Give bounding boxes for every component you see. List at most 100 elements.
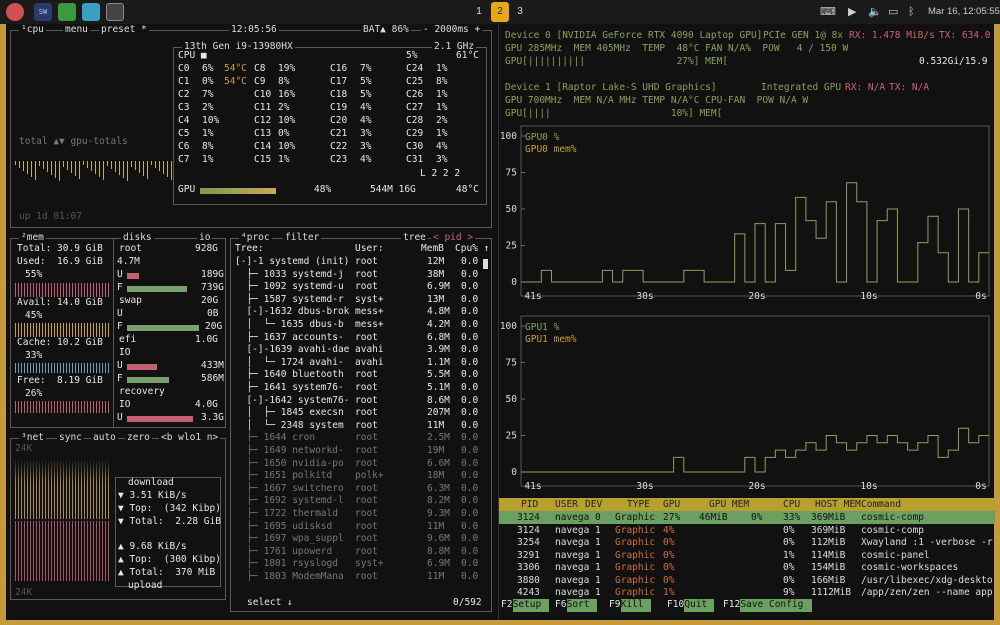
- bluetooth-icon[interactable]: ᛒ: [908, 5, 915, 18]
- proc-header-tree[interactable]: Tree:: [235, 243, 264, 256]
- gpu-proc-cell[interactable]: 166MiB: [811, 575, 845, 588]
- gpu-proc-cell[interactable]: 3124: [517, 525, 540, 538]
- gpu-proc-col-header[interactable]: USER: [555, 499, 578, 512]
- gpu-proc-col-header[interactable]: PID: [521, 499, 538, 512]
- gpu-proc-col-header[interactable]: GPU: [663, 499, 680, 512]
- play-icon[interactable]: ▶: [848, 5, 856, 18]
- gpu-proc-cell[interactable]: 1: [595, 575, 601, 588]
- gpu-proc-cell[interactable]: 1%: [783, 550, 794, 563]
- proc-name[interactable]: ├─ 1722 thermald: [235, 508, 338, 521]
- fkey-action[interactable]: Save Config: [740, 599, 813, 612]
- gpu-proc-cell[interactable]: 0%: [663, 562, 674, 575]
- gpu-proc-cell[interactable]: 1: [595, 537, 601, 550]
- cpu-menu-button[interactable]: menu: [63, 24, 90, 35]
- gpu-proc-cell[interactable]: 0%: [783, 562, 794, 575]
- gpu-proc-cell[interactable]: 112MiB: [811, 537, 845, 550]
- mem-title[interactable]: ²mem: [19, 232, 46, 243]
- gpu-proc-cell[interactable]: navega: [555, 512, 589, 525]
- proc-sort-selector[interactable]: < pid >: [431, 232, 476, 243]
- workspace-3[interactable]: 3: [511, 2, 529, 22]
- update-interval[interactable]: - 2000ms +: [421, 24, 483, 35]
- gpu-proc-cell[interactable]: 114MiB: [811, 550, 845, 563]
- io-toggle[interactable]: io: [197, 232, 213, 243]
- proc-name[interactable]: ├─ 1695 udisksd: [235, 521, 332, 534]
- proc-name[interactable]: ├─ 1092 systemd-u: [235, 281, 343, 294]
- workspace-2[interactable]: 2: [491, 2, 509, 22]
- gpu-proc-cell[interactable]: 369MiB: [811, 512, 845, 525]
- gpu-proc-cell[interactable]: navega: [555, 525, 589, 538]
- gpu-proc-cell[interactable]: 0%: [663, 550, 674, 563]
- fkey-f2[interactable]: F2: [501, 599, 512, 612]
- proc-name[interactable]: ├─ 1697 wpa_suppl: [235, 533, 343, 546]
- gpu-proc-cell[interactable]: 27%: [663, 512, 680, 525]
- proc-name[interactable]: [-]-1632 dbus-brok: [235, 306, 349, 319]
- app-icon-green[interactable]: [58, 3, 76, 21]
- proc-name[interactable]: ├─ 1649 networkd-: [235, 445, 343, 458]
- proc-header-cpu[interactable]: Cpu% ↑: [455, 243, 489, 256]
- gpu-proc-cell[interactable]: cosmic-comp: [861, 512, 924, 525]
- app-icon-sw[interactable]: SW: [34, 3, 52, 21]
- gpu-proc-cell[interactable]: Graphic: [615, 562, 655, 575]
- gpu-proc-col-header[interactable]: GPU MEM: [709, 499, 749, 512]
- proc-name[interactable]: │ └─ 1635 dbus-b: [235, 319, 343, 332]
- proc-name[interactable]: ├─ 1640 bluetooth: [235, 369, 343, 382]
- gpu-proc-cell[interactable]: 3254: [517, 537, 540, 550]
- gpu-proc-cell[interactable]: 3880: [517, 575, 540, 588]
- gpu-proc-cell[interactable]: 369MiB: [811, 525, 845, 538]
- proc-name[interactable]: ├─ 1637 accounts-: [235, 332, 343, 345]
- net-sync-toggle[interactable]: sync: [57, 432, 84, 443]
- gpu-proc-cell[interactable]: 1: [595, 550, 601, 563]
- proc-name[interactable]: │ ├─ 1845 execsn: [235, 407, 343, 420]
- gpu-proc-col-header[interactable]: HOST MEM: [815, 499, 861, 512]
- proc-header-mem[interactable]: MemB: [421, 243, 444, 256]
- fkey-action[interactable]: Quit: [684, 599, 715, 612]
- gpu-proc-cell[interactable]: 1: [595, 525, 601, 538]
- app-icon-terminal[interactable]: [106, 3, 124, 21]
- gpu-proc-cell[interactable]: 0%: [663, 575, 674, 588]
- gpu-proc-cell[interactable]: 154MiB: [811, 562, 845, 575]
- gpu-proc-cell[interactable]: 0%: [751, 512, 762, 525]
- cpu-graph-label[interactable]: total ▲▼ gpu-totals: [19, 136, 128, 149]
- proc-name[interactable]: ├─ 1803 ModemMana: [235, 571, 343, 584]
- proc-name[interactable]: ├─ 1692 systemd-l: [235, 495, 343, 508]
- gpu-proc-cell[interactable]: 4%: [663, 525, 674, 538]
- gpu-proc-cell[interactable]: 9%: [783, 587, 794, 600]
- fkey-action[interactable]: Setup: [512, 599, 549, 612]
- net-auto-toggle[interactable]: auto: [91, 432, 118, 443]
- fkey-f9[interactable]: F9: [609, 599, 620, 612]
- gpu-proc-cell[interactable]: /usr/libexec/xdg-deskto: [861, 575, 993, 588]
- gpu-proc-cell[interactable]: 1: [595, 587, 601, 600]
- gpu-proc-cell[interactable]: Xwayland :1 -verbose -r: [861, 537, 993, 550]
- proc-name[interactable]: ├─ 1801 rsyslogd: [235, 558, 338, 571]
- disks-title[interactable]: disks: [121, 232, 154, 243]
- gpu-proc-cell[interactable]: cosmic-comp: [861, 525, 924, 538]
- gpu-proc-cell[interactable]: 1%: [663, 587, 674, 600]
- gpu-proc-col-header[interactable]: CPU: [783, 499, 800, 512]
- proc-name[interactable]: ├─ 1650 nvidia-po: [235, 458, 343, 471]
- fkey-f6[interactable]: F6: [555, 599, 566, 612]
- gpu-proc-cell[interactable]: 0: [595, 512, 601, 525]
- launcher-icon[interactable]: [6, 3, 24, 21]
- gpu-proc-cell[interactable]: 0%: [783, 537, 794, 550]
- gpu-proc-cell[interactable]: 0%: [783, 575, 794, 588]
- app-icon-browser[interactable]: [82, 3, 100, 21]
- proc-name[interactable]: ├─ 1587 systemd-r: [235, 294, 343, 307]
- gpu-proc-cell[interactable]: 4243: [517, 587, 540, 600]
- proc-name[interactable]: ├─ 1651 polkitd: [235, 470, 332, 483]
- gpu-proc-cell[interactable]: cosmic-panel: [861, 550, 930, 563]
- proc-select-label[interactable]: select ↓: [247, 597, 293, 610]
- display-icon[interactable]: ▭: [888, 5, 898, 18]
- gpu-proc-cell[interactable]: navega: [555, 550, 589, 563]
- keyboard-icon[interactable]: ⌨: [820, 5, 836, 18]
- gpu-proc-cell[interactable]: cosmic-workspaces: [861, 562, 958, 575]
- gpu-proc-cell[interactable]: 1112MiB: [811, 587, 851, 600]
- gpu-proc-cell[interactable]: 3306: [517, 562, 540, 575]
- proc-name[interactable]: [-]-1 systemd (init): [235, 256, 349, 269]
- net-interface-selector[interactable]: <b wlo1 n>: [159, 432, 221, 443]
- proc-scrollbar[interactable]: [483, 259, 488, 269]
- fkey-action[interactable]: Sort: [566, 599, 597, 612]
- fkey-f10[interactable]: F10: [667, 599, 684, 612]
- gpu-proc-cell[interactable]: Graphic: [615, 525, 655, 538]
- volume-icon[interactable]: 🔈: [868, 5, 882, 18]
- gpu-proc-cell[interactable]: Graphic: [615, 512, 655, 525]
